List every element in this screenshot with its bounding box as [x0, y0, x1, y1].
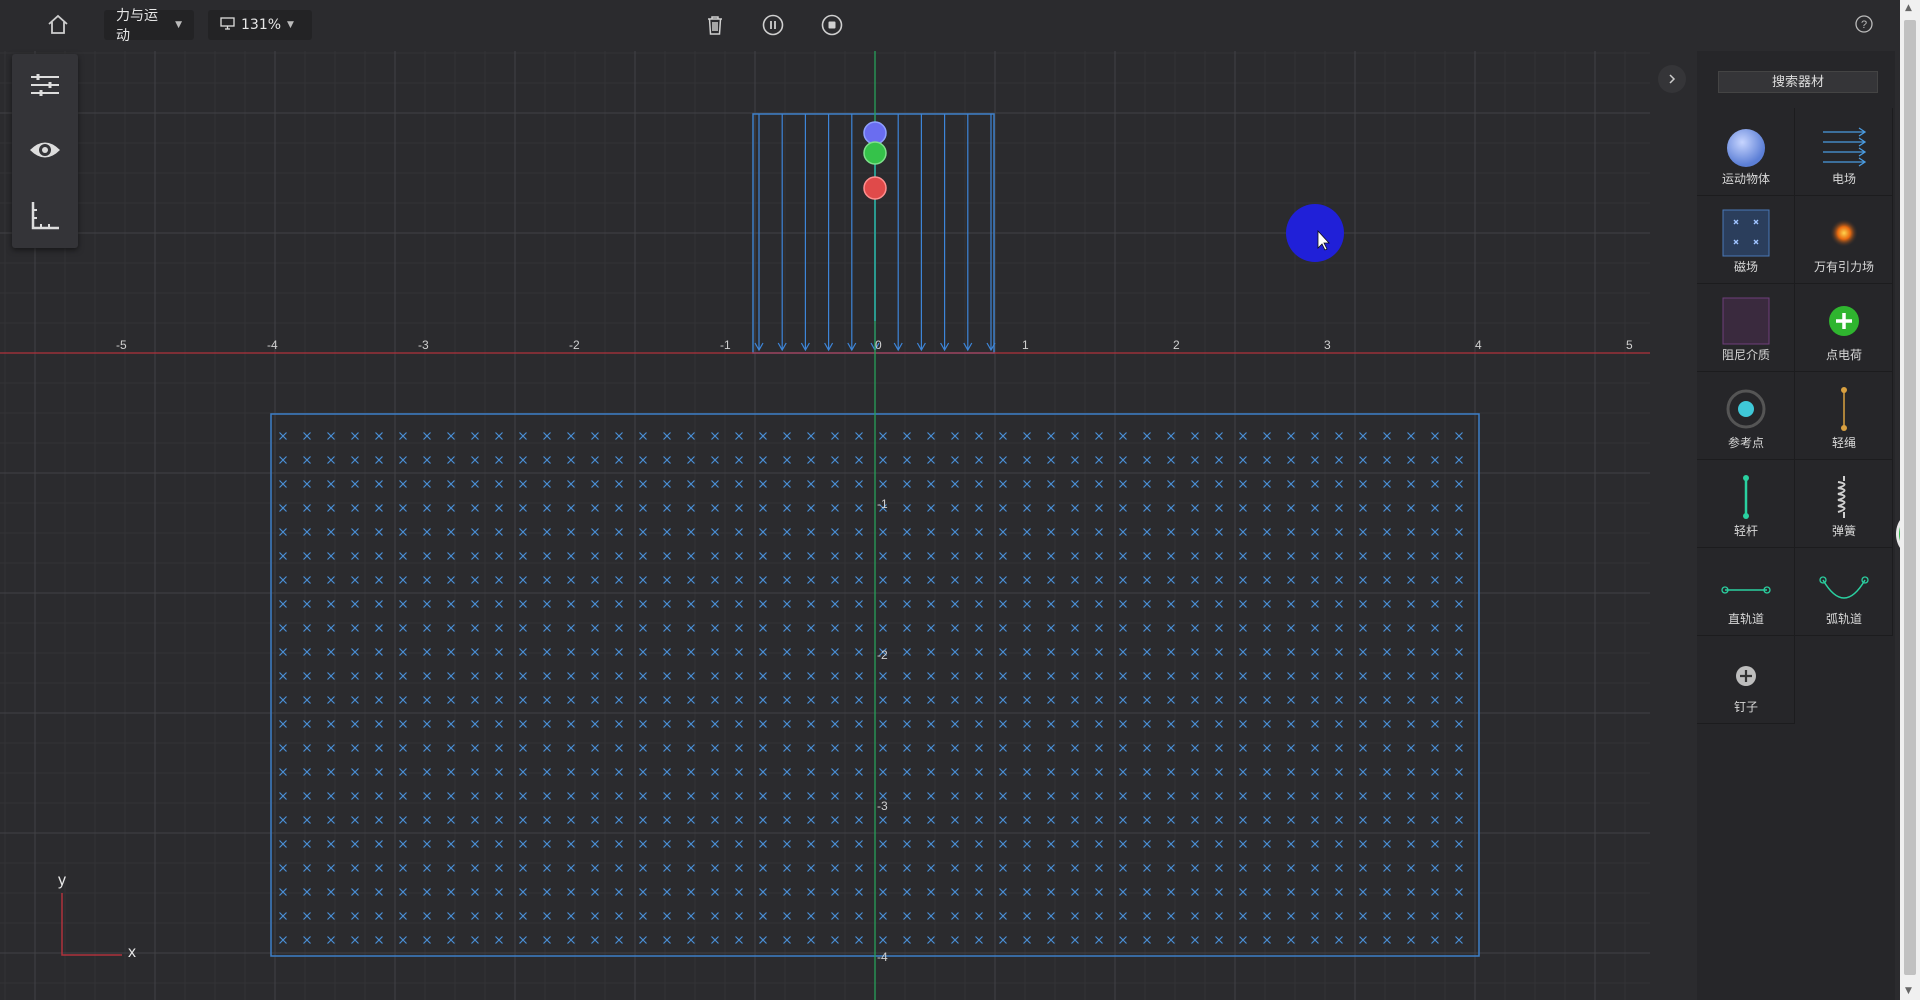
tool-reference-point[interactable]: 参考点: [1697, 372, 1795, 460]
y-tick-label: -1: [877, 497, 888, 511]
tool-label: 轻杆: [1733, 524, 1758, 538]
y-axis-indicator-label: y: [58, 872, 66, 889]
tool-label: 磁场: [1733, 260, 1758, 274]
collapse-sidebar-button[interactable]: [1658, 65, 1686, 93]
search-equipment-input[interactable]: 搜索器材: [1718, 71, 1878, 93]
equipment-sidebar: 搜索器材 运动物体 电场 磁场 万有引力场 阻尼介质 点电荷 参考点 轻绳 轻杆…: [1697, 51, 1895, 1000]
damping-medium-icon: [1721, 296, 1771, 346]
arc-track-icon: [1819, 560, 1869, 610]
mode-dropdown[interactable]: 力与运动 ▼: [104, 8, 194, 44]
x-tick-label: -1: [720, 338, 731, 352]
zoom-dropdown[interactable]: 131% ▼: [208, 10, 312, 40]
tool-label: 弹簧: [1831, 524, 1856, 538]
tool-moving-body[interactable]: 运动物体: [1697, 108, 1795, 196]
tool-label: 钉子: [1733, 700, 1758, 714]
zoom-label: 131%: [241, 17, 282, 33]
x-tick-label: 3: [1324, 338, 1331, 352]
x-tick-label: 4: [1475, 338, 1482, 352]
tool-rod[interactable]: 轻杆: [1697, 460, 1795, 548]
chevron-down-icon: ▼: [287, 20, 294, 30]
pause-icon[interactable]: [756, 8, 790, 42]
left-tool-panel: [12, 54, 78, 248]
tool-label: 万有引力场: [1813, 260, 1874, 274]
tool-label: 直轨道: [1727, 612, 1764, 626]
rod-icon: [1721, 472, 1771, 522]
tool-magnetic-field[interactable]: 磁场: [1697, 196, 1795, 284]
ball-icon: [1721, 120, 1771, 170]
magnetic-field-icon: [1721, 208, 1771, 258]
tool-label: 参考点: [1727, 436, 1764, 450]
tool-electric-field[interactable]: 电场: [1795, 108, 1893, 196]
tool-label: 电场: [1831, 172, 1856, 186]
x-tick-label: -5: [116, 338, 127, 352]
monitor-icon: [220, 16, 235, 34]
scroll-thumb[interactable]: [1904, 20, 1916, 975]
y-tick-label: -3: [877, 799, 888, 813]
x-axis-indicator-label: x: [128, 944, 136, 961]
top-toolbar: 力与运动 ▼ 131% ▼ ?: [0, 0, 1900, 51]
x-tick-label: 1: [1022, 338, 1029, 352]
x-tick-label: -3: [418, 338, 429, 352]
scroll-down-icon[interactable]: ▼: [1905, 986, 1912, 996]
y-tick-labels: -1 -2 -3 -4: [877, 497, 888, 964]
nail-icon: [1721, 648, 1771, 698]
straight-track-icon: [1721, 560, 1771, 610]
tool-point-charge[interactable]: 点电荷: [1795, 284, 1893, 372]
chevron-down-icon: ▼: [175, 20, 182, 30]
home-icon[interactable]: [41, 8, 75, 42]
electric-field-icon: [1819, 120, 1869, 170]
tool-straight-track[interactable]: 直轨道: [1697, 548, 1795, 636]
vertical-scrollbar[interactable]: ▲ ▼: [1900, 0, 1920, 1000]
eye-icon[interactable]: [22, 127, 68, 173]
x-tick-labels: -5 -4 -3 -2 -1 0 1 2 3 4 5: [116, 338, 1633, 352]
x-tick-label: 0: [875, 338, 882, 352]
tool-arc-track[interactable]: 弧轨道: [1795, 548, 1893, 636]
rope-icon: [1819, 384, 1869, 434]
y-tick-label: -2: [877, 648, 888, 662]
tool-gravity-field[interactable]: 万有引力场: [1795, 196, 1893, 284]
x-tick-label: 5: [1626, 338, 1633, 352]
tool-label: 阻尼介质: [1721, 348, 1770, 362]
reference-point-icon: [1721, 384, 1771, 434]
x-tick-label: -2: [569, 338, 580, 352]
spring-icon: [1819, 472, 1869, 522]
ruler-icon[interactable]: [22, 192, 68, 238]
mode-label: 力与运动: [116, 8, 158, 44]
help-icon[interactable]: ?: [1852, 12, 1876, 36]
sliders-icon[interactable]: [22, 62, 68, 108]
x-tick-label: -4: [267, 338, 278, 352]
point-charge-icon: [1819, 296, 1869, 346]
axis-labels-layer: -5 -4 -3 -2 -1 0 1 2 3 4 5 -1 -2 -3 -4 y x: [58, 338, 1633, 964]
tool-label: 弧轨道: [1825, 612, 1862, 626]
tool-label: 点电荷: [1825, 348, 1862, 362]
tool-spring[interactable]: 弹簧: [1795, 460, 1893, 548]
simulation-canvas[interactable]: -5 -4 -3 -2 -1 0 1 2 3 4 5 -1 -2 -3 -4 y x: [0, 51, 1650, 1000]
tool-label: 运动物体: [1721, 172, 1770, 186]
chevron-right-icon: [1669, 74, 1676, 84]
tool-nail[interactable]: 钉子: [1697, 636, 1795, 724]
tool-damping-medium[interactable]: 阻尼介质: [1697, 284, 1795, 372]
tool-label: 轻绳: [1831, 436, 1856, 450]
scroll-up-icon[interactable]: ▲: [1905, 3, 1912, 13]
svg-text:?: ?: [1861, 19, 1867, 31]
stop-icon[interactable]: [815, 8, 849, 42]
trash-icon[interactable]: [698, 8, 732, 42]
tool-rope[interactable]: 轻绳: [1795, 372, 1893, 460]
x-tick-label: 2: [1173, 338, 1180, 352]
y-tick-label: -4: [877, 950, 888, 964]
gravity-field-icon: [1819, 208, 1869, 258]
